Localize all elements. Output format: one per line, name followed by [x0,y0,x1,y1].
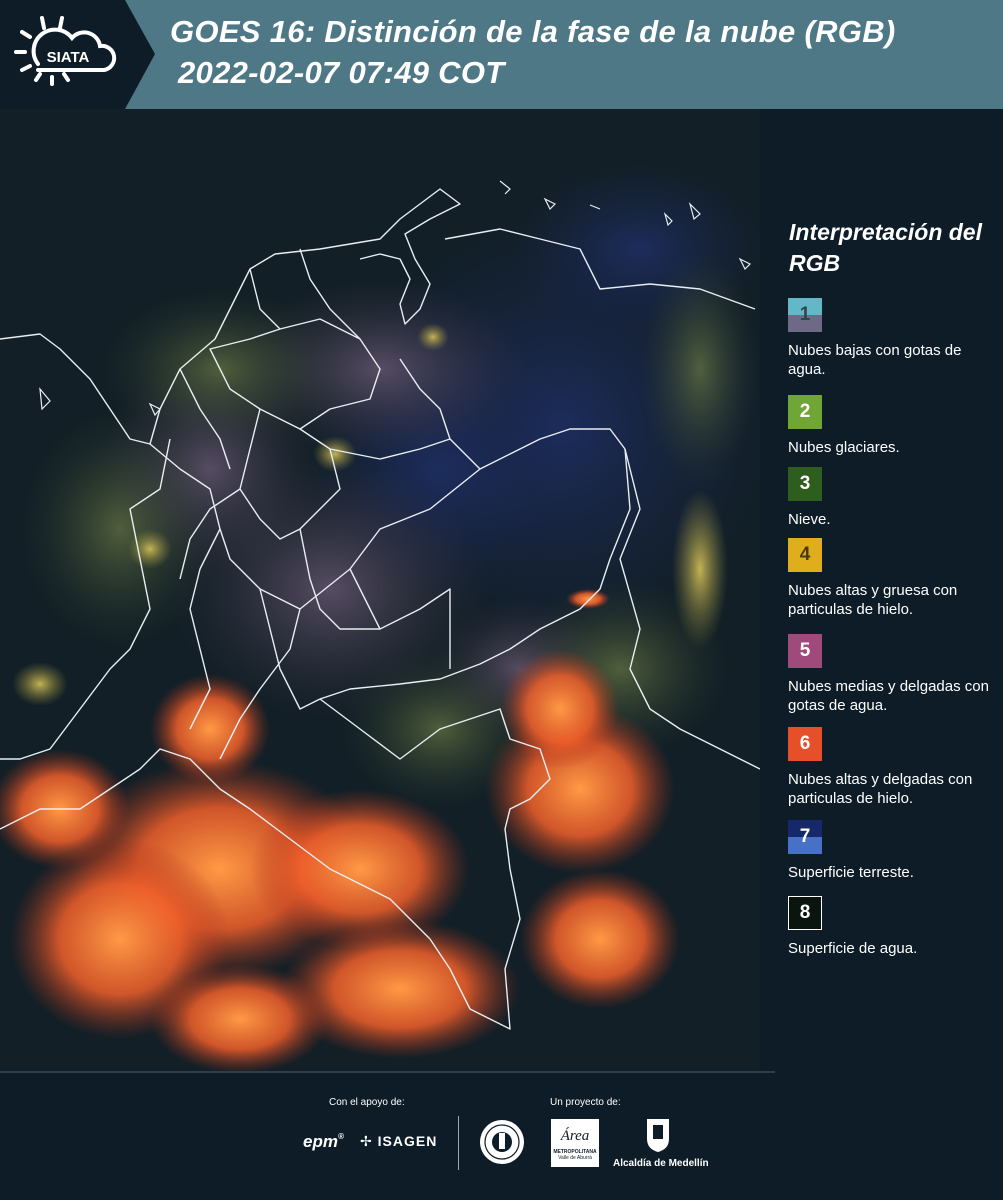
timestamp: 2022-02-07 07:49 COT [178,55,505,90]
legend-number: 7 [799,826,811,847]
legend-label: Nubes altas y delgadas con particulas de… [788,771,973,807]
legend-label: Nubes medias y delgadas con gotas de agu… [788,678,989,714]
legend-label: Superficie terreste. [788,864,914,881]
legend-label: Nieve. [788,511,831,528]
header: SIATA GOES 16: Distinción de la fase de … [0,0,1003,109]
siata-sun-cloud-icon: SIATA [0,0,155,109]
footer-vertical-divider [458,1116,459,1170]
legend-item-6: 6 Nubes altas y delgadas con particulas … [788,727,1000,808]
project-caption: Un proyecto de: [550,1097,621,1108]
satellite-map[interactable] [0,109,760,1071]
legend-number: 1 [799,304,811,325]
legend-panel: Interpretación del RGB 1 Nubes bajas con… [760,109,1003,1071]
isagen-logo[interactable]: ✢ ISAGEN [360,1133,437,1150]
medellin-seal-icon [480,1120,524,1164]
area-subtitle2: Valle de Aburrá [558,1155,592,1161]
alcaldia-shield-icon [645,1117,671,1158]
legend-number: 5 [799,640,811,661]
legend-number: 8 [799,902,811,923]
legend-item-2: 2 Nubes glaciares. [788,395,1000,457]
legend-swatch: 1 [788,298,822,332]
legend-item-1: 1 Nubes bajas con gotas de agua. [788,298,1000,379]
legend-swatch: 7 [788,820,822,854]
legend-item-4: 4 Nubes altas y gruesa con particulas de… [788,538,1000,619]
area-logo-text: Área [560,1128,590,1144]
isagen-text: ISAGEN [377,1133,438,1149]
area-metropolitana-logo[interactable]: Área METROPOLITANA Valle de Aburrá [551,1119,601,1169]
legend-swatch: 2 [788,395,822,429]
legend-number: 3 [799,473,811,494]
support-caption: Con el apoyo de: [329,1097,405,1108]
svg-text:SIATA: SIATA [47,49,90,66]
legend-swatch: 5 [788,634,822,668]
isagen-icon: ✢ [360,1133,373,1149]
legend-item-5: 5 Nubes medias y delgadas con gotas de a… [788,634,1000,715]
legend-swatch: 6 [788,727,822,761]
legend-item-3: 3 Nieve. [788,467,1000,529]
legend-label: Nubes altas y gruesa con particulas de h… [788,582,958,618]
legend-label: Nubes glaciares. [788,439,900,456]
legend-swatch: 4 [788,538,822,572]
legend-number: 2 [799,401,811,422]
alcaldia-text[interactable]: Alcaldía de Medellín [613,1158,709,1169]
epm-logo[interactable]: epm® [303,1132,344,1152]
legend-item-8: 8 Superficie de agua. [788,896,1000,958]
legend-title: Interpretación del RGB [789,219,982,276]
epm-text: epm [303,1132,338,1151]
footer: Con el apoyo de: Un proyecto de: epm® ✢ … [0,1071,1003,1200]
siata-logo[interactable]: SIATA [0,0,160,109]
medellin-seal-logo[interactable] [478,1118,526,1171]
footer-divider [0,1071,775,1073]
legend-swatch: 8 [788,896,822,930]
legend-number: 6 [799,733,811,754]
rgb-satellite-image [0,109,760,1071]
legend-number: 4 [799,544,811,565]
legend-item-7: 7 Superficie terreste. [788,820,1000,882]
page-title: GOES 16: Distinción de la fase de la nub… [170,14,896,49]
legend-label: Nubes bajas con gotas de agua. [788,342,962,378]
area-subtitle: METROPOLITANA [553,1149,597,1155]
legend-label: Superficie de agua. [788,940,918,957]
legend-swatch: 3 [788,467,822,501]
